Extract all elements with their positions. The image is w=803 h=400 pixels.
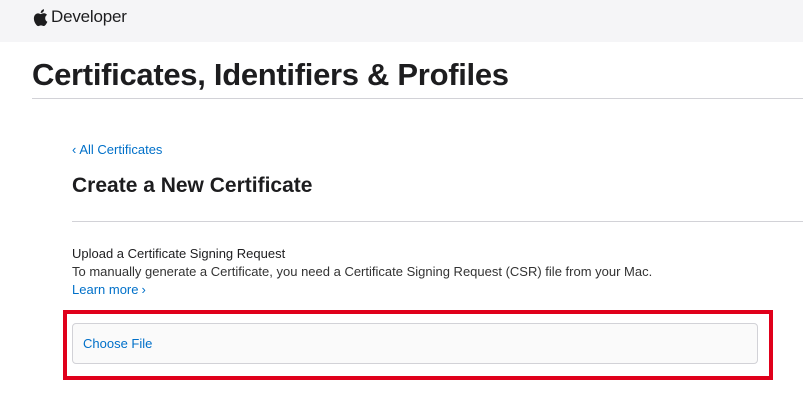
back-to-all-certificates-link[interactable]: ‹ All Certificates xyxy=(72,142,162,157)
page-title: Certificates, Identifiers & Profiles xyxy=(32,57,509,92)
back-link-label: All Certificates xyxy=(79,142,163,157)
section-divider xyxy=(72,221,803,222)
title-divider xyxy=(32,98,803,99)
learn-more-label: Learn more xyxy=(72,282,139,297)
choose-file-label: Choose File xyxy=(83,336,153,351)
chevron-right-icon: › xyxy=(141,282,146,297)
section-title: Create a New Certificate xyxy=(72,174,313,197)
developer-home-link[interactable]: Developer xyxy=(32,5,127,29)
upload-description: To manually generate a Certificate, you … xyxy=(72,264,653,279)
top-navigation-bar: Developer xyxy=(0,0,803,42)
chevron-left-icon: ‹ xyxy=(72,142,77,157)
upload-heading: Upload a Certificate Signing Request xyxy=(72,246,286,261)
brand-label: Developer xyxy=(51,7,127,26)
choose-file-input[interactable]: Choose File xyxy=(72,323,758,364)
apple-logo-icon xyxy=(32,8,48,27)
learn-more-link[interactable]: Learn more › xyxy=(72,282,146,297)
